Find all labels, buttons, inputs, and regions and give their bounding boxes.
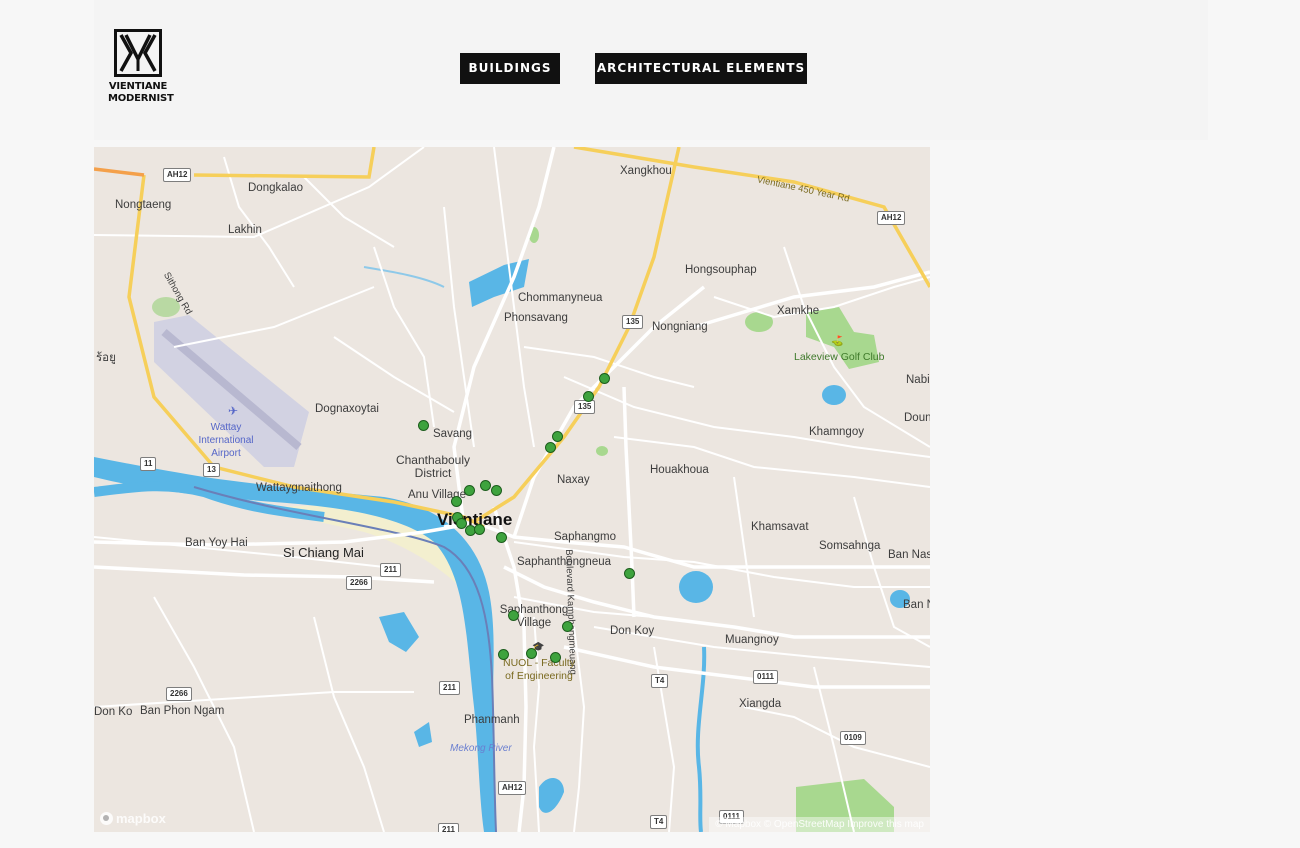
place-wattaygnaithong: Wattaygnaithong <box>256 482 342 494</box>
map-attribution[interactable]: © Mapbox © OpenStreetMap Improve this ma… <box>709 817 930 832</box>
shield-t4-south: T4 <box>650 815 668 829</box>
map-canvas[interactable]: Dongkalao Nongtaeng Lakhin Sithong Rd Xa… <box>94 147 930 832</box>
place-si-chiang-mai: Si Chiang Mai <box>283 545 364 560</box>
place-don-koy: Don Koy <box>610 625 655 637</box>
shield-ah12-east: AH12 <box>877 211 906 225</box>
place-nongtaeng: Nongtaeng <box>115 199 172 211</box>
place-nongniang: Nongniang <box>652 321 708 333</box>
place-chommanyneua: Chommanyneua <box>518 292 603 304</box>
shield-0109: 0109 <box>840 731 866 745</box>
place-ban-yoy-hai: Ban Yoy Hai <box>185 537 248 549</box>
place-ban-phon-ngam: Ban Phon Ngam <box>140 705 225 717</box>
place-wattay-airport: Wattay International Airport <box>198 422 254 459</box>
site-header: VIENTIANE MODERNIST BUILDINGS ARCHITECTU… <box>94 0 1208 140</box>
building-marker[interactable] <box>451 496 462 507</box>
shield-135-north: 135 <box>622 315 644 329</box>
place-don-ko: Don Ko <box>94 706 133 718</box>
place-nuol-engineering: NUOL - Faculty of Engineering <box>503 657 575 682</box>
place-muangnoy: Muangnoy <box>725 634 779 646</box>
golf-icon: ⛳ <box>831 336 844 347</box>
place-savang: Savang <box>433 428 473 440</box>
place-dognaxoytai: Dognaxoytai <box>315 403 379 415</box>
shield-ah12-west: AH12 <box>163 168 192 182</box>
mapbox-logo[interactable]: mapbox <box>100 811 166 826</box>
building-marker[interactable] <box>599 373 610 384</box>
shield-13: 13 <box>203 463 220 477</box>
place-vientiane-city: Vientiane <box>437 510 513 529</box>
buildings-button[interactable]: BUILDINGS <box>460 53 560 84</box>
place-khamngoy: Khamngoy <box>809 426 864 438</box>
site-logo[interactable]: VIENTIANE MODERNIST <box>108 29 174 105</box>
shield-ah12-south: AH12 <box>498 781 527 795</box>
place-lakeview-golf-club: Lakeview Golf Club <box>794 351 885 363</box>
shield-11: 11 <box>140 457 157 471</box>
place-thai-town: ร้อยู <box>96 352 116 364</box>
building-marker[interactable] <box>480 480 491 491</box>
building-marker[interactable] <box>550 652 561 663</box>
place-phanmanh: Phanmanh <box>464 714 520 726</box>
logo-line-2: MODERNIST <box>108 93 174 104</box>
place-xiangda: Xiangda <box>739 698 782 710</box>
mapbox-logo-text: mapbox <box>116 811 166 826</box>
building-marker[interactable] <box>562 621 573 632</box>
place-naxay: Naxay <box>557 474 590 486</box>
map-base-layer <box>94 147 930 832</box>
building-marker[interactable] <box>498 649 509 660</box>
vm-monogram-icon <box>114 29 162 77</box>
building-marker[interactable] <box>583 391 594 402</box>
logo-text: VIENTIANE MODERNIST <box>108 81 174 105</box>
place-ban-nas: Ban Nas <box>888 549 930 561</box>
shield-0111-north: 0111 <box>753 670 778 684</box>
logo-line-1: VIENTIANE <box>108 81 168 92</box>
place-xamkhe: Xamkhe <box>777 305 820 317</box>
building-marker[interactable] <box>545 442 556 453</box>
shield-2266-east: 2266 <box>346 576 372 590</box>
place-ban-n: Ban N <box>903 599 930 611</box>
shield-211-south: 211 <box>438 823 459 832</box>
building-marker[interactable] <box>491 485 502 496</box>
building-marker[interactable] <box>508 610 519 621</box>
building-marker[interactable] <box>496 532 507 543</box>
place-mekong-river: Mekong River <box>450 743 512 754</box>
place-hongsouphap: Hongsouphap <box>685 264 757 276</box>
architectural-elements-button[interactable]: ARCHITECTURAL ELEMENTS <box>595 53 807 84</box>
shield-211-mid: 211 <box>439 681 460 695</box>
shield-135-south: 135 <box>574 400 596 414</box>
place-khamsavat: Khamsavat <box>751 521 809 533</box>
place-dongkalao: Dongkalao <box>248 182 303 194</box>
place-doun: Doun <box>904 412 930 424</box>
place-somsahnga: Somsahnga <box>819 540 881 552</box>
mapbox-logo-icon <box>100 812 113 825</box>
shield-2266-west: 2266 <box>166 687 192 701</box>
building-marker[interactable] <box>552 431 563 442</box>
building-marker[interactable] <box>464 485 475 496</box>
place-saphanthongneua: Saphanthongneua <box>517 556 612 568</box>
place-phonsavang: Phonsavang <box>504 312 568 324</box>
shield-211-north: 211 <box>380 563 401 577</box>
building-marker[interactable] <box>526 648 537 659</box>
place-xangkhou: Xangkhou <box>620 165 672 177</box>
place-nabi: Nabi <box>906 374 930 386</box>
place-chanthabouly: Chanthabouly District <box>395 453 471 480</box>
place-lakhin: Lakhin <box>228 224 262 236</box>
place-houakhoua: Houakhoua <box>650 464 709 476</box>
place-saphangmo: Saphangmo <box>554 531 617 543</box>
airport-icon: ✈ <box>228 404 239 418</box>
building-marker[interactable] <box>624 568 635 579</box>
shield-t4-north: T4 <box>651 674 669 688</box>
building-marker[interactable] <box>418 420 429 431</box>
building-marker[interactable] <box>474 524 485 535</box>
